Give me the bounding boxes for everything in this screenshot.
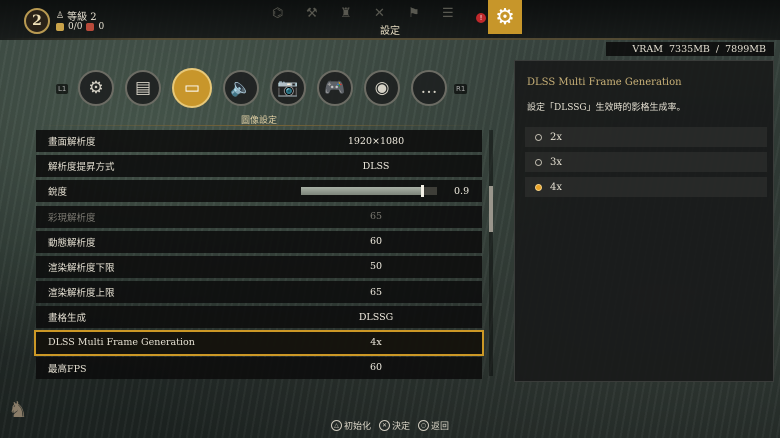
vram-total: 7899MB <box>725 43 766 55</box>
setting-value: 60 <box>369 362 383 374</box>
tab-controls-icon[interactable]: ▤ <box>125 70 161 106</box>
hint-back[interactable]: ○ 返回 <box>418 419 449 432</box>
tab-gamepad-icon[interactable]: 🎮 <box>317 70 353 106</box>
deco-icon: ♜ <box>340 6 352 21</box>
setting-label: DLSS Multi Frame Generation <box>48 337 195 348</box>
deco-icon: ⚑ <box>408 6 420 21</box>
setting-value: 4x <box>370 337 382 348</box>
panel-title: DLSS Multi Frame Generation <box>527 77 682 88</box>
hint-label: 初始化 <box>343 422 371 432</box>
setting-row-dlss-mfg[interactable]: DLSS Multi Frame Generation 4x <box>34 329 484 356</box>
setting-row-render-min[interactable]: 渲染解析度下限 50 <box>36 255 482 278</box>
setting-value: 1920×1080 <box>347 135 405 147</box>
hint-reset[interactable]: △ 初始化 <box>330 419 371 432</box>
l1-hint: L1 <box>56 84 69 94</box>
setting-value: 60 <box>369 236 383 248</box>
setting-value: 65 <box>369 286 383 298</box>
tab-camera-icon[interactable]: 📷 <box>270 70 306 106</box>
vram-label: VRAM <box>632 43 664 55</box>
top-bar: 2 ♙ 等級 2 0/0 0 ⌬ ⚒ ♜ ✕ ⚑ ☰ 設定 ! ⚙ <box>0 0 780 40</box>
setting-row-frame-generation[interactable]: 畫格生成 DLSSG <box>36 306 482 329</box>
settings-scrollbar[interactable] <box>489 130 493 376</box>
title-divider <box>0 38 780 40</box>
hint-label: 返回 <box>431 422 450 432</box>
level-label: ♙ 等級 2 <box>56 8 97 24</box>
hint-confirm[interactable]: ✕ 決定 <box>378 419 410 432</box>
setting-label: 銳度 <box>48 187 68 199</box>
option-label: 3x <box>550 156 563 168</box>
option-2x[interactable]: 2x <box>525 127 767 147</box>
setting-label: 最高FPS <box>48 363 87 375</box>
vram-used: 7335MB <box>669 43 710 55</box>
radio-icon <box>535 158 542 166</box>
cross-button-icon: ✕ <box>378 420 390 431</box>
slider-fill <box>301 187 424 196</box>
deco-icon: ⚒ <box>306 6 318 21</box>
button-hints: △ 初始化 ✕ 決定 ○ 返回 <box>0 419 780 432</box>
setting-row-render-max[interactable]: 渲染解析度上限 65 <box>36 281 482 304</box>
radio-icon <box>535 133 542 141</box>
vram-indicator: VRAM 7335MB / 7899MB <box>606 42 774 56</box>
option-4x[interactable]: 4x <box>525 177 767 197</box>
setting-row-resolution[interactable]: 畫面解析度 1920×1080 <box>36 130 482 152</box>
level-text: 等級 2 <box>67 12 97 23</box>
radio-selected-icon <box>535 183 542 191</box>
setting-row-upscaling[interactable]: 解析度提昇方式 DLSS <box>36 155 482 178</box>
deco-icon: ✕ <box>374 6 385 21</box>
sharpness-slider[interactable] <box>301 185 437 198</box>
setting-value: 50 <box>369 261 383 273</box>
vram-separator: / <box>715 43 720 55</box>
setting-value: DLSS <box>362 160 390 172</box>
option-label: 2x <box>550 131 563 143</box>
setting-label: 渲染解析度上限 <box>48 288 115 300</box>
setting-row-max-fps[interactable]: 最高FPS 60 <box>36 356 482 379</box>
setting-value: DLSSG <box>358 311 394 323</box>
setting-value: 0.9 <box>454 185 470 197</box>
setting-row-render-resolution: 彩現解析度 65 <box>36 205 482 228</box>
setting-label: 解析度提昇方式 <box>48 162 115 174</box>
deco-icon: ⌬ <box>272 6 284 21</box>
section-divider <box>36 125 482 126</box>
deco-icon: ☰ <box>442 6 454 21</box>
settings-list: 畫面解析度 1920×1080 解析度提昇方式 DLSS 銳度 0.9 彩現解析… <box>34 130 484 382</box>
triangle-button-icon: △ <box>330 420 342 431</box>
tab-network-icon[interactable]: ◉ <box>364 70 400 106</box>
setting-value: 65 <box>369 211 383 223</box>
setting-label: 畫格生成 <box>48 313 87 325</box>
option-label: 4x <box>550 181 563 193</box>
level-icon: ♙ <box>56 10 65 21</box>
page-title: 設定 <box>380 26 400 37</box>
setting-label: 動態解析度 <box>48 237 96 249</box>
setting-row-sharpness[interactable]: 銳度 0.9 <box>36 180 482 203</box>
circle-button-icon: ○ <box>418 420 429 431</box>
tab-chat-icon[interactable]: … <box>411 70 447 106</box>
settings-gear-icon[interactable]: ⚙ <box>488 0 522 34</box>
r1-hint: R1 <box>454 84 468 94</box>
hint-label: 決定 <box>391 422 410 432</box>
scrollbar-thumb[interactable] <box>489 186 493 232</box>
tab-graphics-icon[interactable]: ▭ <box>172 68 212 108</box>
info-panel: DLSS Multi Frame Generation 設定「DLSSG」生效時… <box>514 60 774 382</box>
tab-general-gear-icon[interactable]: ⚙ <box>78 70 114 106</box>
option-3x[interactable]: 3x <box>525 152 767 172</box>
setting-row-dynamic-resolution[interactable]: 動態解析度 60 <box>36 230 482 253</box>
slider-handle[interactable] <box>421 185 425 198</box>
setting-label: 畫面解析度 <box>48 137 96 148</box>
alert-badge: ! <box>476 13 486 23</box>
category-tabs: ⚙ ▤ ▭ 🔈 📷 🎮 ◉ … <box>78 68 447 108</box>
panel-description: 設定「DLSSG」生效時的影格生成率。 <box>527 103 686 113</box>
setting-label: 渲染解析度下限 <box>48 262 115 274</box>
setting-label: 彩現解析度 <box>48 212 96 224</box>
tab-audio-icon[interactable]: 🔈 <box>223 70 259 106</box>
